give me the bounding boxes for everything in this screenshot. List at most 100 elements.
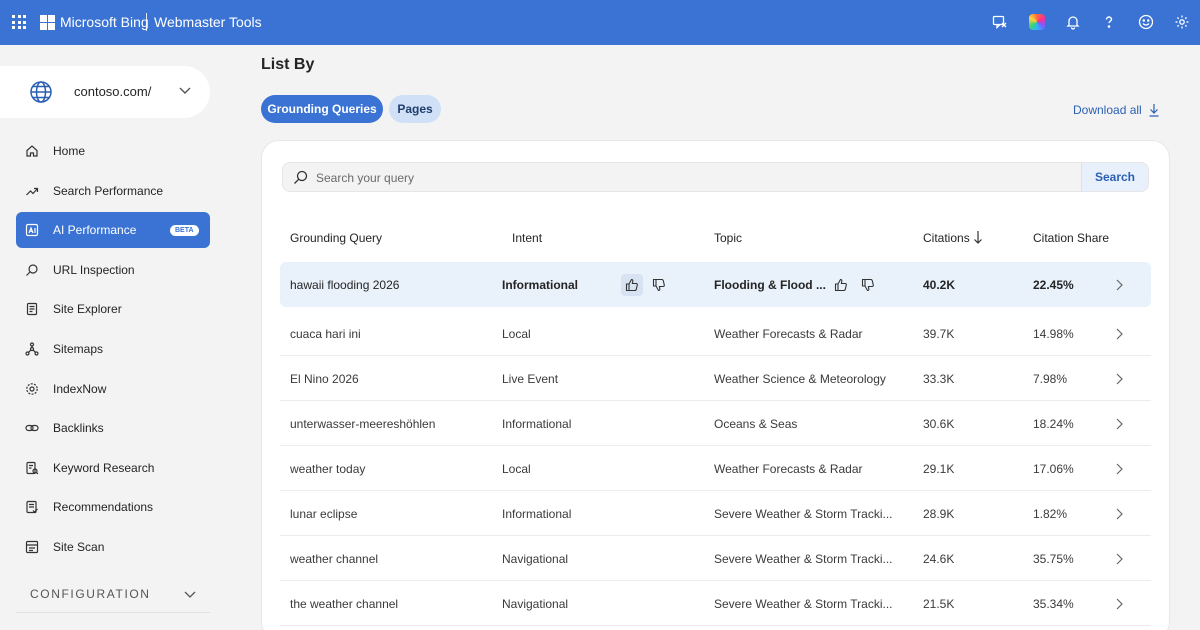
topic-cell: Severe Weather & Storm Tracki...	[714, 507, 893, 521]
download-all-link[interactable]: Download all	[1073, 103, 1142, 117]
thumbs-up-icon[interactable]	[621, 274, 643, 296]
intent-cell: Local	[502, 462, 531, 476]
sidebar-item-indexnow[interactable]: IndexNow	[16, 371, 210, 407]
table-row[interactable]: unterwasser-meereshöhlen Informational O…	[280, 401, 1151, 446]
sidebar-divider	[16, 612, 210, 613]
search-button[interactable]: Search	[1081, 163, 1148, 191]
chevron-right-icon[interactable]	[1114, 462, 1124, 476]
column-header-grounding-query[interactable]: Grounding Query	[290, 231, 382, 245]
tab-pages[interactable]: Pages	[389, 95, 441, 123]
site-selector[interactable]: contoso.com/	[0, 66, 210, 118]
chevron-right-icon[interactable]	[1114, 507, 1124, 521]
citations-cell: 33.3K	[923, 372, 955, 386]
top-bar: Microsoft Bing Webmaster Tools	[0, 0, 1200, 45]
intent-cell: Navigational	[502, 552, 569, 566]
sidebar-item-recommendations[interactable]: Recommendations	[16, 489, 210, 525]
list-by-heading: List By	[261, 56, 315, 73]
table-row[interactable]: El Nino 2026 Live Event Weather Science …	[280, 356, 1151, 401]
thumbs-down-icon[interactable]	[857, 274, 879, 296]
chevron-right-icon[interactable]	[1114, 327, 1124, 341]
sidebar-item-label: AI Performance	[53, 223, 137, 238]
chevron-right-icon[interactable]	[1114, 372, 1124, 386]
table-row[interactable]: weather today Local Weather Forecasts & …	[280, 446, 1151, 491]
chevron-down-icon[interactable]	[183, 587, 197, 601]
table-row[interactable]: lunar eclipse Informational Severe Weath…	[280, 491, 1151, 536]
column-header-citation-share[interactable]: Citation Share	[1033, 231, 1109, 245]
sidebar-item-label: Site Explorer	[53, 302, 122, 317]
sidebar-item-ai-performance[interactable]: AI Performance BETA	[16, 212, 210, 249]
search-input[interactable]	[316, 168, 1076, 188]
sidebar-nav: Home Search Performance AI Performance B…	[16, 133, 210, 569]
thumbs-down-icon[interactable]	[648, 274, 670, 296]
thumbs-up-icon[interactable]	[830, 274, 852, 296]
citations-cell: 28.9K	[923, 507, 955, 521]
table-row[interactable]: cuaca hari ini Local Weather Forecasts &…	[280, 311, 1151, 356]
search-icon	[294, 170, 308, 184]
sidebar-item-sitemaps[interactable]: Sitemaps	[16, 331, 210, 367]
intent-cell: Local	[502, 327, 531, 341]
citations-cell: 40.2K	[923, 278, 956, 292]
download-icon[interactable]	[1148, 103, 1160, 117]
settings-icon[interactable]	[1172, 12, 1192, 32]
product-name[interactable]: Webmaster Tools	[154, 14, 262, 30]
sidebar-item-label: IndexNow	[53, 381, 107, 396]
intent-cell: Informational	[502, 417, 572, 431]
table-row[interactable]: weather channel Navigational Severe Weat…	[280, 536, 1151, 581]
sidebar-item-label: Recommendations	[53, 500, 154, 515]
sidebar-item-keyword-research[interactable]: Keyword Research	[16, 450, 210, 486]
sidebar-item-label: Keyword Research	[53, 460, 155, 475]
citations-cell: 24.6K	[923, 552, 955, 566]
topic-cell: Severe Weather & Storm Tracki...	[714, 552, 893, 566]
sidebar-item-site-explorer[interactable]: Site Explorer	[16, 291, 210, 327]
feedback-icon[interactable]	[990, 12, 1010, 32]
sidebar-item-label: Sitemaps	[53, 341, 104, 356]
sitemap-icon	[25, 342, 39, 356]
notifications-icon[interactable]	[1063, 12, 1083, 32]
brand-name[interactable]: Microsoft Bing	[60, 14, 149, 30]
column-header-citations[interactable]: Citations	[923, 231, 970, 245]
sidebar-item-backlinks[interactable]: Backlinks	[16, 410, 210, 446]
chevron-down-icon[interactable]	[177, 82, 193, 98]
site-name: contoso.com/	[74, 84, 152, 99]
chevron-right-icon[interactable]	[1114, 597, 1124, 611]
sidebar-item-label: Backlinks	[53, 421, 104, 436]
sort-descending-icon[interactable]	[973, 230, 983, 245]
topic-cell: Weather Science & Meteorology	[714, 372, 886, 386]
sidebar-item-search-performance[interactable]: Search Performance	[16, 173, 210, 209]
apps-icon[interactable]	[12, 15, 26, 29]
copilot-icon[interactable]	[1027, 12, 1047, 32]
chevron-right-icon[interactable]	[1114, 417, 1124, 431]
query-cell: the weather channel	[290, 597, 399, 611]
sidebar-item-site-scan[interactable]: Site Scan	[16, 529, 210, 565]
query-search-bar: Search	[282, 162, 1149, 192]
citations-cell: 21.5K	[923, 597, 955, 611]
intent-cell: Informational	[502, 278, 579, 292]
sidebar-item-home[interactable]: Home	[16, 133, 210, 169]
chevron-right-icon[interactable]	[1114, 278, 1124, 292]
sidebar-item-label: Home	[53, 144, 86, 158]
gear-icon	[26, 382, 38, 395]
brand-divider	[146, 13, 147, 31]
help-icon[interactable]	[1099, 12, 1119, 32]
tab-grounding-queries[interactable]: Grounding Queries	[261, 95, 383, 123]
beta-badge: BETA	[170, 225, 199, 237]
configuration-section-header[interactable]: CONFIGURATION	[30, 587, 151, 601]
sidebar-item-label: URL Inspection	[53, 262, 135, 277]
citations-cell: 29.1K	[923, 462, 955, 476]
chevron-right-icon[interactable]	[1114, 552, 1124, 566]
table-row[interactable]: the weather channel Navigational Severe …	[280, 581, 1151, 626]
column-header-topic[interactable]: Topic	[714, 231, 742, 245]
sidebar-item-label: Site Scan	[53, 539, 105, 554]
sidebar-item-url-inspection[interactable]: URL Inspection	[16, 252, 210, 288]
column-header-intent[interactable]: Intent	[512, 231, 542, 245]
table-row[interactable]: hawaii flooding 2026 Informational Flood…	[280, 262, 1151, 307]
keyword-icon	[26, 461, 39, 475]
query-cell: cuaca hari ini	[290, 327, 361, 341]
citations-cell: 39.7K	[923, 327, 955, 341]
smiley-icon[interactable]	[1136, 12, 1156, 32]
topic-cell: Flooding & Flood ...	[714, 278, 826, 292]
recommendations-icon	[26, 501, 38, 514]
link-icon	[25, 425, 39, 432]
topic-cell: Oceans & Seas	[714, 417, 798, 431]
microsoft-logo-icon	[40, 15, 55, 30]
